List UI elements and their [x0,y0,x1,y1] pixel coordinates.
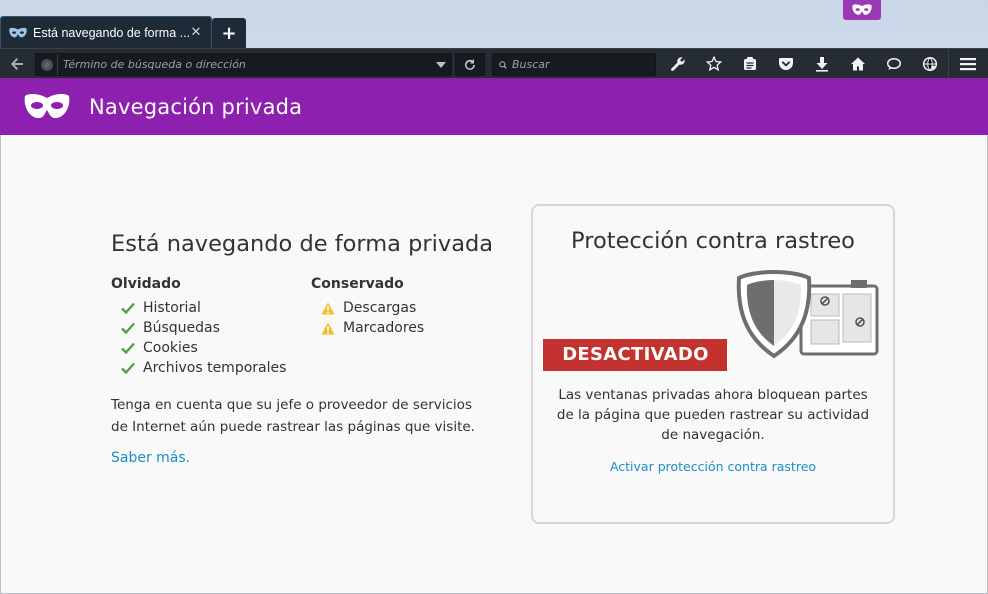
mask-favicon-icon [9,27,27,37]
mask-icon [852,4,872,15]
bookmark-star-button[interactable] [696,49,732,79]
private-info-section: Está navegando de forma privada Olvidado… [111,226,511,466]
bookmarks-list-icon [744,57,756,70]
kept-column: Conservado Descargas Marcadores [311,276,511,378]
pocket-icon [779,58,793,70]
list-item: Descargas [311,298,511,318]
chat-button[interactable] [876,49,912,79]
list-item-label: Archivos temporales [143,360,287,376]
search-icon [499,60,507,69]
shield-browser-illustration [736,269,879,359]
window-titlebar: Está navegando de forma ... ✕ + [0,0,988,48]
identity-icon[interactable] [36,54,58,75]
list-item: Historial [111,298,311,318]
check-icon [121,341,135,355]
mask-icon [24,93,70,118]
private-browsing-indicator [843,0,881,20]
list-item-label: Cookies [143,340,198,356]
forgotten-column: Olvidado Historial Búsquedas Cookies Arc… [111,276,311,378]
toolbar-buttons [660,49,948,79]
warning-icon [321,321,335,335]
hamburger-menu-icon [959,58,976,71]
url-dropdown-icon[interactable] [431,61,451,68]
page-title: Navegación privada [89,94,303,119]
search-bar[interactable] [492,53,656,76]
menu-button[interactable] [948,49,986,79]
wrench-icon [671,57,685,71]
back-button[interactable] [0,49,34,79]
downloads-button[interactable] [804,49,840,79]
reload-button[interactable] [455,53,485,76]
new-tab-button[interactable]: + [212,18,246,48]
learn-more-link[interactable]: Saber más. [111,450,190,466]
tab-private[interactable]: Está navegando de forma ... ✕ [0,16,212,48]
page-content: Está navegando de forma privada Olvidado… [0,135,988,594]
private-browsing-header: Navegación privada [0,78,988,135]
reload-icon [465,58,475,70]
download-arrow-icon [816,57,828,72]
status-badge: DESACTIVADO [543,339,728,371]
list-item-label: Historial [143,300,201,316]
home-icon [851,57,865,71]
list-item-label: Marcadores [343,320,425,336]
speech-bubble-icon [886,57,902,70]
list-item: Cookies [111,338,311,358]
list-item: Búsquedas [111,318,311,338]
url-input[interactable] [58,58,431,71]
tracking-description: Las ventanas privadas ahora bloquean par… [556,387,870,443]
check-icon [121,301,135,315]
tab-title: Está navegando de forma ... [33,25,189,40]
tracking-protection-title: Protección contra rastreo [571,228,855,254]
globe-mask-icon [922,56,938,72]
list-item: Archivos temporales [111,358,311,378]
home-button[interactable] [840,49,876,79]
enable-tracking-protection-link[interactable]: Activar protección contra rastreo [610,459,816,474]
forgotten-title: Olvidado [111,276,181,292]
kept-title: Conservado [311,276,404,292]
search-input[interactable] [507,58,655,71]
pocket-button[interactable] [768,49,804,79]
list-item: Marcadores [311,318,511,338]
list-item-label: Descargas [343,300,417,316]
bookmarks-menu-button[interactable] [732,49,768,79]
tracking-protection-card: Protección contra rastreo DESACTIVADO La… [531,204,895,524]
star-icon [706,56,722,72]
back-arrow-icon [11,57,23,70]
warning-icon [321,301,335,315]
private-tracking-button[interactable] [912,49,948,79]
list-item-label: Búsquedas [143,320,220,336]
url-bar[interactable] [35,53,452,76]
navigation-toolbar [0,48,988,79]
check-icon [121,321,135,335]
isp-tracking-note: Tenga en cuenta que su jefe o proveedor … [111,397,475,435]
check-icon [121,361,135,375]
private-heading: Está navegando de forma privada [111,231,494,257]
tab-close-icon[interactable]: ✕ [189,25,203,40]
developer-tools-button[interactable] [660,49,696,79]
